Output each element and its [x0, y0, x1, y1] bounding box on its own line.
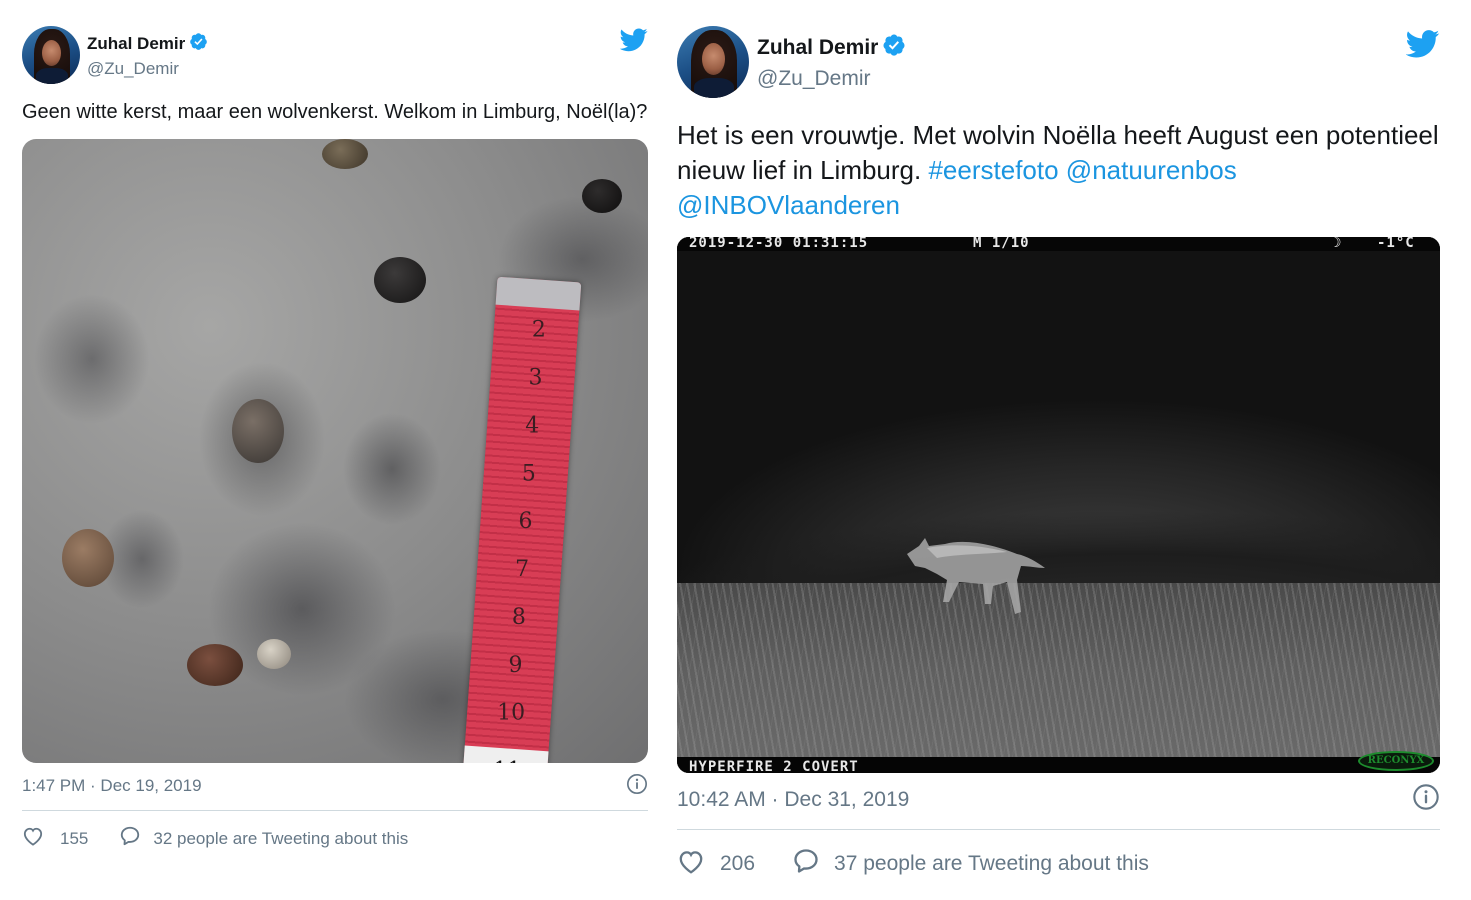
tweet-header: Zuhal Demir @Zu_Demir	[677, 26, 1440, 98]
camera-frame: M 1/10	[973, 237, 1030, 251]
tape-number: 3	[528, 365, 543, 391]
heart-icon	[677, 849, 705, 880]
mention-link[interactable]: @INBOVlaanderen	[677, 190, 900, 220]
avatar[interactable]	[677, 26, 749, 98]
pebble	[374, 257, 426, 303]
tweet-actions: 155 32 people are Tweeting about this	[22, 825, 648, 852]
tweet-card: Zuhal Demir @Zu_Demir Het is een vrouwtj…	[677, 26, 1440, 881]
camera-temperature: -1°C	[1377, 237, 1415, 251]
tweet-meta: 1:47 PM · Dec 19, 2019	[22, 773, 648, 796]
divider	[677, 829, 1440, 830]
tweet-text: Het is een vrouwtje. Met wolvin Noëlla h…	[677, 118, 1440, 223]
tape-number: 11	[493, 759, 521, 763]
tweeting-about-link[interactable]: 32 people are Tweeting about this	[119, 825, 408, 852]
tweet-photo-paw-print[interactable]: 2 3 4 5 6 7 8 9 10 11	[22, 139, 648, 763]
tweet-photo-trail-camera[interactable]: 2019-12-30 01:31:15 M 1/10 ☽ -1°C HYPERF…	[677, 237, 1440, 773]
pebble	[62, 529, 114, 587]
camera-model: HYPERFIRE 2 COVERT	[689, 759, 859, 773]
camera-datetime: 2019-12-30 01:31:15	[689, 237, 869, 251]
pebble	[232, 399, 284, 463]
like-button[interactable]: 155	[22, 826, 88, 851]
info-icon[interactable]	[1412, 783, 1440, 817]
avatar[interactable]	[22, 26, 80, 84]
pebble	[322, 139, 368, 169]
tape-number: 2	[531, 317, 546, 343]
tape-number: 4	[525, 413, 540, 439]
verified-badge-icon	[882, 33, 906, 62]
twitter-bird-icon[interactable]	[619, 28, 648, 57]
tweeting-about-label: 32 people are Tweeting about this	[153, 828, 409, 848]
tweet-meta: 10:42 AM · Dec 31, 2019	[677, 784, 1440, 813]
tweeting-about-link[interactable]: 37 people are Tweeting about this	[792, 847, 1149, 881]
tape-number: 6	[518, 509, 533, 535]
camera-moon: ☽	[1333, 237, 1343, 251]
tape-number: 7	[515, 557, 530, 583]
author-name[interactable]: Zuhal Demir	[87, 34, 185, 54]
tweet-actions: 206 37 people are Tweeting about this	[677, 847, 1440, 881]
tweeting-about-label: 37 people are Tweeting about this	[834, 852, 1149, 875]
like-count: 155	[60, 828, 89, 848]
author-block: Zuhal Demir @Zu_Demir	[87, 32, 208, 79]
tape-number: 9	[508, 652, 523, 678]
pebble	[187, 644, 243, 686]
twitter-bird-icon[interactable]	[1405, 30, 1440, 63]
author-handle[interactable]: @Zu_Demir	[757, 67, 906, 91]
pebble	[257, 639, 291, 669]
trail-camera-image: 2019-12-30 01:31:15 M 1/10 ☽ -1°C HYPERF…	[677, 237, 1440, 773]
tape-number: 10	[497, 700, 526, 726]
tweet-timestamp[interactable]: 10:42 AM · Dec 31, 2019	[677, 788, 909, 812]
tweet-timestamp[interactable]: 1:47 PM · Dec 19, 2019	[22, 776, 202, 796]
author-block: Zuhal Demir @Zu_Demir	[757, 33, 906, 91]
tape-number: 8	[511, 604, 526, 630]
verified-badge-icon	[189, 32, 208, 56]
like-button[interactable]: 206	[677, 849, 755, 880]
info-icon[interactable]	[626, 773, 648, 800]
tape-number: 5	[521, 461, 536, 487]
heart-icon	[22, 826, 44, 851]
speech-bubble-icon	[792, 847, 820, 881]
text-space	[1059, 155, 1066, 185]
divider	[22, 810, 648, 811]
grass-foreground	[677, 583, 1440, 773]
tweet-card: Zuhal Demir @Zu_Demir Geen witte kerst, …	[22, 26, 648, 852]
tweet-text: Geen witte kerst, maar een wolvenkerst. …	[22, 101, 648, 123]
hashtag-link[interactable]: #eerstefoto	[928, 155, 1058, 185]
wolf-figure	[907, 538, 1045, 614]
pebble	[582, 179, 622, 213]
mention-link[interactable]: @natuurenbos	[1066, 155, 1237, 185]
like-count: 206	[720, 852, 756, 875]
author-name[interactable]: Zuhal Demir	[757, 36, 878, 60]
speech-bubble-icon	[119, 825, 141, 852]
author-handle[interactable]: @Zu_Demir	[87, 59, 208, 79]
camera-brand-logo: RECONYX	[1358, 751, 1434, 771]
tweet-header: Zuhal Demir @Zu_Demir	[22, 26, 648, 84]
